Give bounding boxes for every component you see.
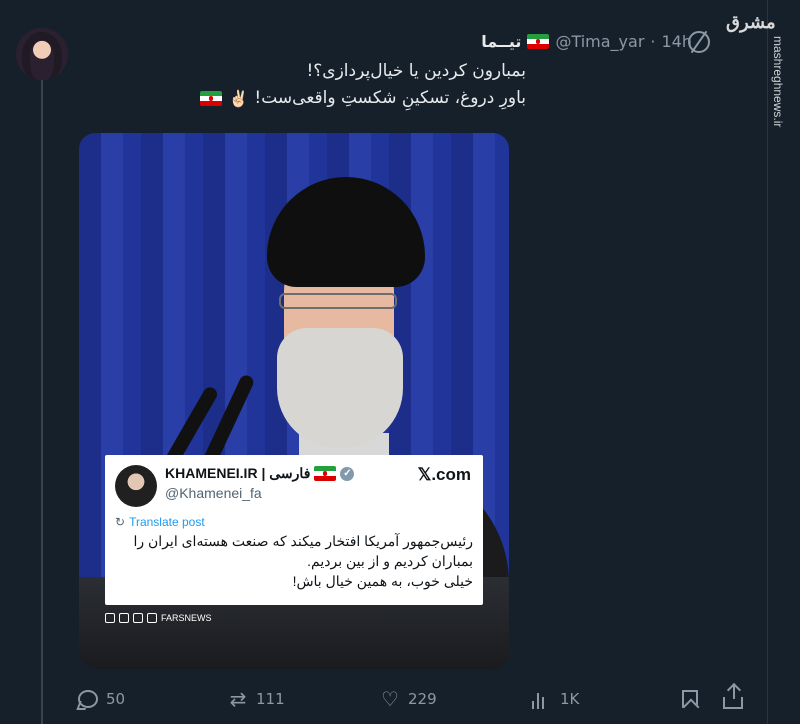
author-avatar[interactable]	[16, 28, 68, 80]
iran-flag-icon	[314, 466, 337, 481]
embedded-author-name: KHAMENEI.IR | فارسی	[165, 465, 311, 481]
media-credit-text: FARSNEWS	[161, 613, 212, 623]
author-display-name[interactable]: تیــما	[481, 32, 521, 51]
heart-icon: ♡	[381, 687, 399, 711]
repost-count: 111	[256, 690, 285, 708]
like-button[interactable]: ♡ 229	[380, 689, 437, 709]
tweet-header: تیــما @Tima_yar · 14h	[100, 30, 692, 52]
reply-count: 50	[106, 690, 126, 708]
turban-graphic	[267, 177, 425, 287]
views-icon	[532, 689, 552, 709]
translate-label: Translate post	[129, 515, 205, 529]
grok-icon[interactable]	[688, 31, 710, 53]
iran-flag-icon	[200, 91, 223, 106]
translate-post-link: ↻ Translate post	[115, 515, 205, 529]
share-button[interactable]	[723, 685, 743, 709]
embedded-author-handle: @Khamenei_fa	[165, 485, 262, 501]
iran-flag-icon	[527, 33, 550, 49]
glasses-graphic	[279, 293, 397, 309]
share-icon	[723, 685, 743, 709]
beard-graphic	[277, 328, 403, 448]
x-social-icon	[105, 613, 115, 623]
bookmark-button[interactable]	[682, 690, 698, 708]
embedded-body-line2: بمباران کردیم و از بین بردیم.	[307, 553, 473, 569]
thread-line	[41, 80, 43, 724]
embedded-post-card: KHAMENEI.IR | فارسی ✓ @Khamenei_fa 𝕏.com…	[105, 455, 483, 605]
tweet-text-line1: بمبارون کردین یا خیال‌پردازی؟!	[306, 61, 526, 81]
tweet-text-line2: باورِ دروغ، تسکینِ شکستِ واقعی‌ست!	[254, 88, 526, 108]
instagram-social-icon	[133, 613, 143, 623]
watermark-site: mashreghnews.ir	[771, 36, 785, 128]
separator-dot: ·	[650, 31, 656, 51]
views-button[interactable]: 1K	[532, 689, 579, 709]
embedded-post-body: رئیس‌جمهور آمریکا افتخار میکند که صنعت ه…	[113, 531, 473, 591]
bookmark-icon	[682, 690, 698, 708]
embedded-avatar	[115, 465, 157, 507]
translate-icon: ↻	[115, 515, 126, 529]
tweet-actions: 50 ⇄ 111 ♡ 229 1K	[78, 685, 746, 712]
views-count: 1K	[560, 690, 580, 708]
verified-badge-icon: ✓	[340, 466, 355, 481]
tweet-text: بمبارون کردین یا خیال‌پردازی؟! باورِ درو…	[86, 58, 526, 112]
reply-icon	[78, 690, 98, 708]
like-count: 229	[408, 690, 437, 708]
youtube-social-icon	[119, 613, 129, 623]
media-credit: FARSNEWS	[105, 613, 212, 623]
repost-button[interactable]: ⇄ 111	[228, 689, 285, 709]
repost-icon: ⇄	[229, 687, 247, 711]
embedded-body-line3: خیلی خوب، به همین خیال باش!	[292, 573, 473, 589]
author-handle[interactable]: @Tima_yar	[555, 32, 644, 51]
telegram-social-icon	[147, 613, 157, 623]
embedded-body-line1: رئیس‌جمهور آمریکا افتخار میکند که صنعت ه…	[133, 533, 473, 549]
reply-button[interactable]: 50	[78, 690, 125, 708]
avatar-veil	[22, 32, 62, 80]
tweet-media-image[interactable]: KHAMENEI.IR | فارسی ✓ @Khamenei_fa 𝕏.com…	[79, 133, 509, 669]
victory-hand-icon: ✌🏻	[228, 89, 249, 108]
x-logo: 𝕏.com	[417, 465, 471, 484]
